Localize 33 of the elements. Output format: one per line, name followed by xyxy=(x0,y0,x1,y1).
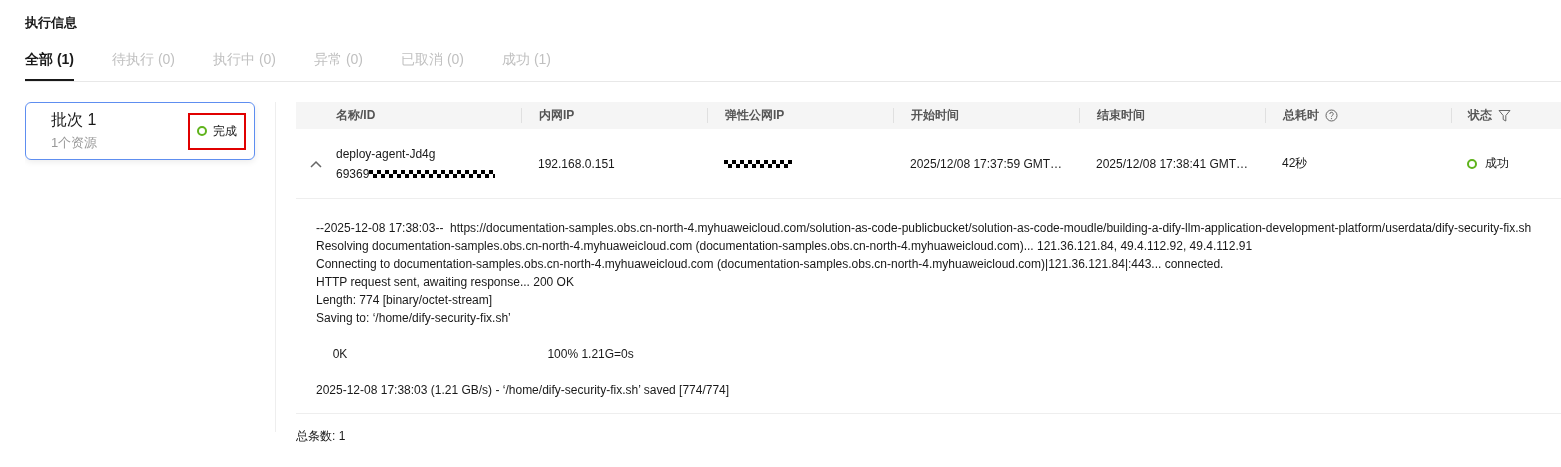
tab[interactable]: 成功 (1) xyxy=(502,51,551,81)
table-cell: 192.168.0.151 xyxy=(538,156,615,171)
tab[interactable]: 异常 (0) xyxy=(314,51,363,81)
status-text: 完成 xyxy=(213,122,237,140)
help-icon[interactable] xyxy=(1325,109,1338,122)
column-header: 弹性公网IP xyxy=(725,107,785,124)
column-header: 结束时间 xyxy=(1097,107,1145,124)
status-ring-icon xyxy=(1467,158,1477,169)
column-header: 总耗时 xyxy=(1283,107,1319,124)
column-header: 名称/ID xyxy=(336,107,376,124)
tab[interactable]: 全部 (1) xyxy=(25,51,74,81)
chevron-icon[interactable] xyxy=(309,158,323,169)
batch-card[interactable]: 批次 1 1个资源 完成 xyxy=(25,102,255,160)
column-header: 开始时间 xyxy=(911,107,959,124)
table-cell: 2025/12/08 17:37:59 GMT… xyxy=(910,156,1063,171)
redaction-mask xyxy=(724,157,792,170)
total-count: 总条数: 1 xyxy=(296,428,347,445)
column-header: 内网IP xyxy=(539,107,575,124)
tab[interactable]: 待执行 (0) xyxy=(112,51,175,81)
batch-name: 批次 1 xyxy=(51,110,98,130)
tab[interactable]: 执行中 (0) xyxy=(213,51,276,81)
tab[interactable]: 已取消 (0) xyxy=(401,51,464,81)
status-ring-icon xyxy=(197,126,207,136)
filter-icon[interactable] xyxy=(1498,109,1511,122)
table-cell: 2025/12/08 17:38:41 GMT… xyxy=(1096,156,1249,171)
log-output: --2025-12-08 17:38:03-- https://documentation-samples.obs.cn-north-4.myhuaweicloud.com/solution-as-code-publicbucket/solution-as-code-moudle/building-a-dify-llm-application-development-platform/userdata/dify-security-fix.sh Resolving documentation-samples.obs.cn-north-4.myhuaweicloud.com (documentation-samples.obs.cn-north-4.myhuaweicloud.com)... 121.36.121.84, 49.4.112.92, 49.4.112.91 Connecting to documentation-samples.obs.cn-north-4.myhuaweicloud.com (documentation-samples.obs.cn-north-4.myhuaweicloud.com)|121.36.121.84|:443... connected. HTTP request sent, awaiting response... 200 OK Length: 774 [binary/octet-stream] Saving to: ‘/home/dify-security-fix.sh’ 0K 100% 1.21G=0s 2025-12-08 17:38:03 (1.21 GB/s) - ‘/home/dify-security-fix.sh’ saved [774/774] xyxy=(296,199,1561,414)
table-cell: 42秒 xyxy=(1282,155,1308,172)
status-text: 成功 xyxy=(1485,155,1509,172)
instance-name: deploy-agent-Jd4g xyxy=(336,146,436,161)
column-header: 状态 xyxy=(1468,107,1492,124)
section-title: 执行信息 xyxy=(25,14,78,32)
instance-id: 69369 xyxy=(336,166,370,181)
resource-count: 1个资源 xyxy=(51,134,98,152)
